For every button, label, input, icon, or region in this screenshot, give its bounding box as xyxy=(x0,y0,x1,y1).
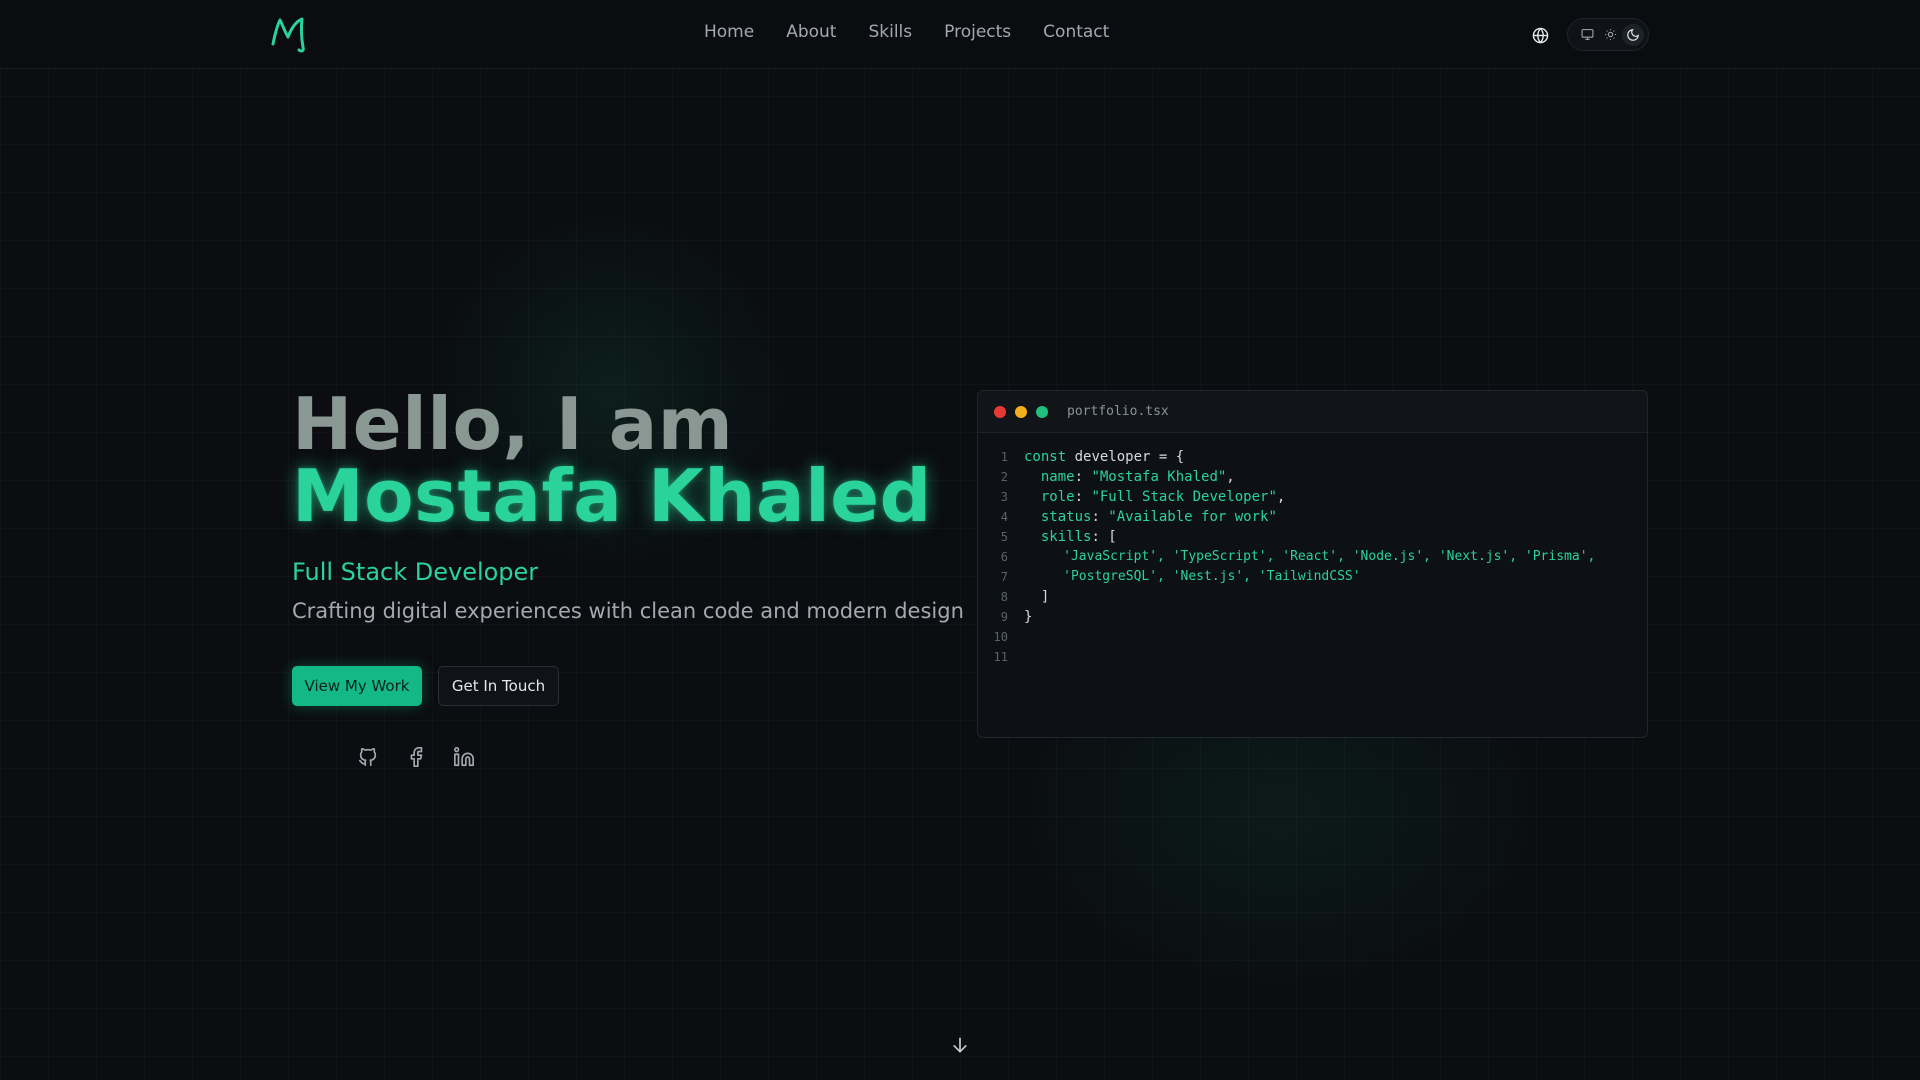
code-content: const developer = { name: "Mostafa Khale… xyxy=(1024,447,1595,667)
line-number: 7 xyxy=(1000,570,1008,584)
hero-greeting: Hello, I am xyxy=(292,382,734,466)
line-number: 5 xyxy=(1000,530,1008,544)
code-token: role xyxy=(1024,489,1075,505)
code-line: name: "Mostafa Khaled", xyxy=(1024,469,1235,485)
line-number: 3 xyxy=(1000,490,1008,504)
close-dot-icon xyxy=(994,405,1006,418)
nav-about[interactable]: About xyxy=(786,22,836,42)
code-line: ] xyxy=(1024,589,1050,605)
nav-contact[interactable]: Contact xyxy=(1043,22,1109,42)
main-nav: Home About Skills Projects Contact xyxy=(704,22,1109,42)
minimize-dot-icon xyxy=(1015,405,1027,418)
moon-icon[interactable] xyxy=(1622,23,1644,46)
view-my-work-button[interactable]: View My Work xyxy=(292,666,422,706)
facebook-icon[interactable] xyxy=(404,745,428,769)
logo-icon[interactable] xyxy=(270,14,308,54)
github-icon[interactable] xyxy=(356,745,380,769)
nav-home[interactable]: Home xyxy=(704,22,754,42)
nav-projects[interactable]: Projects xyxy=(944,22,1011,42)
code-token: : [ xyxy=(1091,529,1117,545)
code-window-titlebar: portfolio.tsx xyxy=(978,391,1647,433)
line-number: 10 xyxy=(993,630,1008,644)
line-number: 6 xyxy=(1000,550,1008,564)
code-token: status xyxy=(1024,509,1092,525)
code-line: skills: [ xyxy=(1024,527,1595,547)
hero-tagline: Crafting digital experiences with clean … xyxy=(292,599,964,623)
theme-toggle xyxy=(1567,18,1649,51)
code-token: skills xyxy=(1024,529,1092,545)
nav-skills[interactable]: Skills xyxy=(868,22,912,42)
code-line: 'JavaScript', 'TypeScript', 'React', 'No… xyxy=(1024,549,1596,564)
get-in-touch-button[interactable]: Get In Touch xyxy=(438,666,559,706)
hero-role: Full Stack Developer xyxy=(292,558,539,586)
code-token: "Available for work" xyxy=(1108,509,1277,525)
line-numbers: 1 2 3 4 5 6 7 8 9 10 11 xyxy=(978,447,1024,667)
social-links xyxy=(356,745,476,769)
maximize-dot-icon xyxy=(1036,405,1048,418)
line-number: 2 xyxy=(1000,470,1008,484)
code-line: } xyxy=(1024,609,1033,625)
arrow-down-icon[interactable] xyxy=(948,1033,972,1057)
portfolio-page: Home About Skills Projects Contact Hello… xyxy=(0,0,1920,1080)
monitor-icon[interactable] xyxy=(1576,24,1598,46)
code-window: portfolio.tsx 1 2 3 4 5 6 7 8 9 10 11 co… xyxy=(977,390,1648,738)
code-line: role: "Full Stack Developer", xyxy=(1024,489,1286,505)
code-body: 1 2 3 4 5 6 7 8 9 10 11 const developer … xyxy=(978,433,1647,667)
navbar: Home About Skills Projects Contact xyxy=(0,0,1920,69)
code-line: const developer = { xyxy=(1024,447,1595,467)
code-token: "Full Stack Developer" xyxy=(1091,489,1277,505)
line-number: 11 xyxy=(993,650,1008,664)
linkedin-icon[interactable] xyxy=(452,745,476,769)
line-number: 1 xyxy=(1000,450,1008,464)
code-token: const xyxy=(1024,449,1067,465)
code-line: status: "Available for work" xyxy=(1024,509,1277,525)
hero-heading: Hello, I am Mostafa Khaled xyxy=(292,388,1012,532)
line-number: 9 xyxy=(1000,610,1008,624)
line-number: 8 xyxy=(1000,590,1008,604)
code-filename: portfolio.tsx xyxy=(1067,404,1169,419)
code-token: developer = { xyxy=(1066,449,1185,465)
line-number: 4 xyxy=(1000,510,1008,524)
code-token: "Mostafa Khaled" xyxy=(1091,469,1227,485)
code-token: name xyxy=(1024,469,1075,485)
hero-name: Mostafa Khaled xyxy=(292,454,932,538)
sun-icon[interactable] xyxy=(1599,24,1621,46)
globe-icon[interactable] xyxy=(1529,24,1551,46)
code-line: 'PostgreSQL', 'Nest.js', 'TailwindCSS' xyxy=(1024,569,1361,584)
